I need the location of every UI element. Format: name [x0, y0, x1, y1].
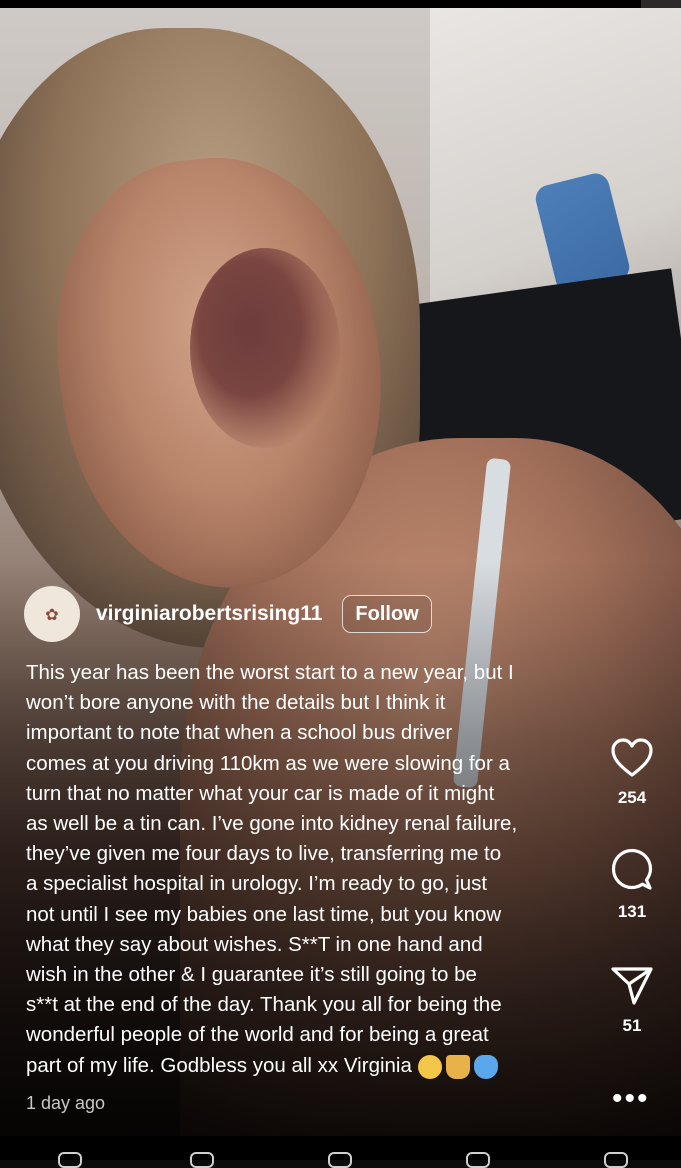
- search-icon[interactable]: [190, 1152, 214, 1168]
- send-icon[interactable]: [596, 966, 668, 1006]
- reels-icon[interactable]: [466, 1152, 490, 1168]
- caption-text: This year has been the worst start to a …: [26, 661, 518, 1077]
- home-icon[interactable]: [58, 1152, 82, 1168]
- username[interactable]: virginiarobertsrising11: [96, 602, 322, 626]
- post-timestamp: 1 day ago: [26, 1093, 106, 1113]
- post-caption: This year has been the worst start to a …: [26, 658, 586, 1081]
- status-bar: [0, 0, 681, 8]
- avatar[interactable]: ✿: [24, 586, 80, 642]
- blue-butterfly-icon: [473, 1054, 498, 1079]
- create-icon[interactable]: [328, 1152, 352, 1168]
- comment-icon[interactable]: [596, 848, 668, 892]
- avatar-logo-icon: ✿: [45, 604, 59, 624]
- profile-icon[interactable]: [604, 1152, 628, 1168]
- likes-count: 254: [617, 788, 647, 807]
- pensive-face-icon: [417, 1054, 442, 1079]
- folded-hands-icon: [445, 1054, 470, 1079]
- comments-count: 131: [617, 902, 647, 921]
- follow-button[interactable]: Follow: [342, 595, 432, 633]
- more-icon[interactable]: •••: [612, 1082, 650, 1116]
- heart-icon[interactable]: [596, 738, 668, 778]
- post-author-row: ✿ virginiarobertsrising11 Follow: [24, 586, 432, 642]
- comment-action[interactable]: 131: [596, 848, 668, 922]
- like-action[interactable]: 254: [596, 738, 668, 808]
- photo-bruise: [190, 248, 340, 448]
- share-action[interactable]: 51: [596, 966, 668, 1036]
- shares-count: 51: [622, 1016, 642, 1035]
- caption-emojis: [417, 1051, 502, 1081]
